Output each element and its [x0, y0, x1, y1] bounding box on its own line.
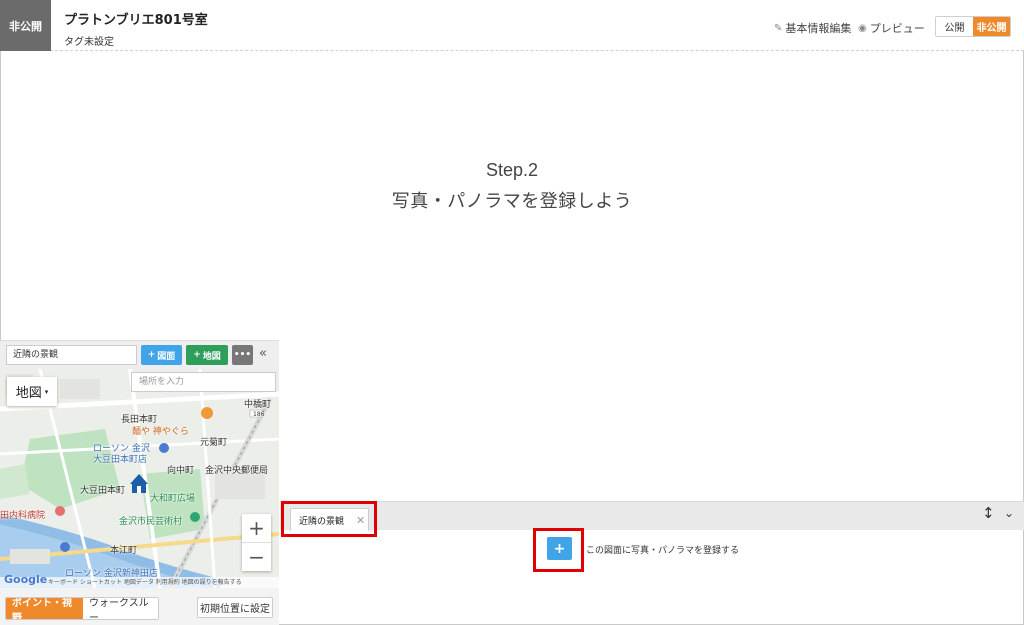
resize-vertical-icon[interactable]: ↕: [982, 504, 995, 522]
map-label: 麺や 神やぐら: [132, 427, 189, 437]
highlight-box: [281, 501, 377, 537]
public-button[interactable]: 公開: [936, 17, 973, 36]
map-label: 大豆田本町店: [93, 455, 148, 465]
add-map-button[interactable]: + 地図: [186, 345, 228, 365]
highlight-box: [533, 528, 584, 572]
edit-info-label: 基本情報編集: [785, 22, 852, 35]
collapse-down-icon[interactable]: ⌄: [1004, 506, 1014, 520]
edit-info-link[interactable]: ✎ 基本情報編集: [774, 20, 851, 36]
property-title: プラトンブリエ801号室: [64, 13, 208, 28]
plus-icon: +: [193, 350, 201, 360]
google-map[interactable]: 長田本町 麺や 神やぐら 中橋町 186 元菊町 ローソン 金沢 大豆田本町店 …: [0, 369, 279, 588]
walkthrough-mode-button[interactable]: ウォークスルー: [83, 598, 158, 619]
publish-toggle: 公開 非公開: [935, 16, 1011, 37]
map-label: 元菊町: [200, 438, 228, 448]
map-name-input[interactable]: 近隣の景観: [6, 345, 137, 365]
point-view-mode-button[interactable]: ポイント・視野: [6, 598, 83, 619]
google-logo: Google: [4, 573, 48, 586]
zoom-in-button[interactable]: +: [242, 514, 271, 542]
zoom-out-button[interactable]: −: [242, 543, 271, 571]
map-label: 田内科病院: [0, 511, 46, 521]
add-floorplan-button[interactable]: + 図面: [141, 345, 182, 365]
map-panel: 近隣の景観 + 図面 + 地図 ••• « 長田本町 麺や 神やぐら 中橋町 1…: [0, 340, 279, 625]
map-type-selector[interactable]: 地図 ▾: [7, 377, 57, 406]
status-tag: 非公開: [0, 0, 51, 51]
header: 非公開 プラトンブリエ801号室 タグ未設定 ✎ 基本情報編集 ◉ プレビュー …: [0, 0, 1024, 51]
map-label: 金沢市民芸術村: [119, 517, 183, 527]
preview-link[interactable]: ◉ プレビュー: [858, 20, 925, 36]
map-label: 大豆田本町: [80, 486, 126, 496]
collapse-panel-icon[interactable]: «: [259, 346, 267, 361]
floor-tab-bar: 近隣の景観 ✕: [280, 501, 1024, 531]
add-map-label: 地図: [202, 351, 221, 362]
map-bottom-bar: ポイント・視野 ウォークスルー 初期位置に設定: [0, 588, 279, 625]
map-label: 本江町: [110, 546, 138, 556]
map-label: 向中町: [167, 466, 195, 476]
map-toolbar: 近隣の景観 + 図面 + 地図 ••• «: [0, 341, 279, 369]
map-label: 大和町広場: [150, 494, 196, 504]
step-message: Step.2 写真・パノラマを登録しよう: [0, 160, 1024, 213]
pencil-icon: ✎: [774, 22, 783, 34]
set-initial-position-button[interactable]: 初期位置に設定: [197, 597, 273, 618]
private-button[interactable]: 非公開: [973, 17, 1010, 36]
map-label: 中橋町: [244, 400, 272, 410]
more-options-button[interactable]: •••: [232, 345, 253, 365]
map-label: 金沢中央郵便局: [205, 466, 269, 476]
zoom-controls: + −: [242, 514, 271, 571]
view-mode-toggle: ポイント・視野 ウォークスルー: [5, 597, 159, 620]
preview-label: プレビュー: [869, 22, 925, 35]
caret-down-icon: ▾: [44, 387, 49, 396]
property-tags[interactable]: タグ未設定: [64, 33, 114, 48]
add-photo-hint: この図面に写真・パノラマを登録する: [586, 546, 740, 556]
map-label: 186: [253, 411, 265, 418]
add-floorplan-label: 図面: [157, 351, 176, 362]
place-search-input[interactable]: 場所を入力: [131, 372, 276, 392]
step-instruction: 写真・パノラマを登録しよう: [391, 191, 633, 211]
map-type-label: 地図: [15, 386, 42, 401]
step-number: Step.2: [485, 160, 539, 180]
plus-icon: +: [147, 350, 156, 360]
eye-icon: ◉: [858, 22, 867, 34]
